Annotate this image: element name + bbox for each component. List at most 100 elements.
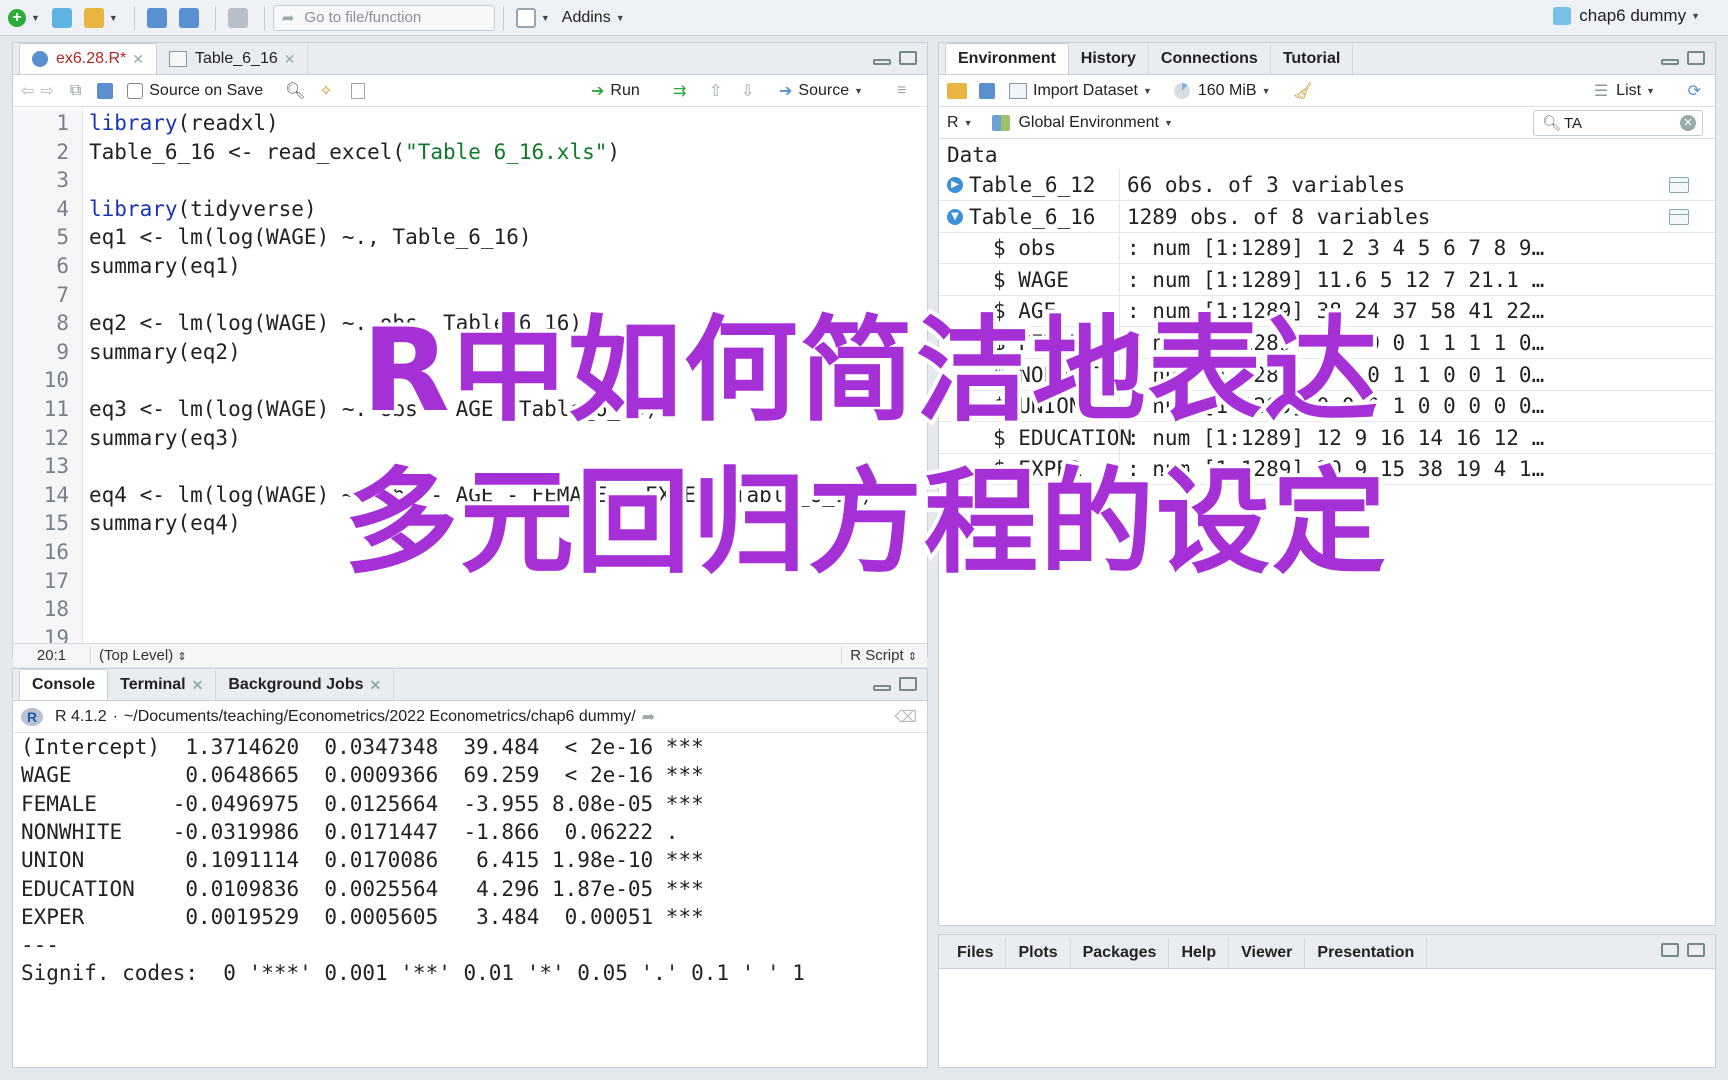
tab-console[interactable]: Console [19,669,109,700]
refresh-icon[interactable]: ⟳ [1688,81,1701,101]
tab-files[interactable]: Files [945,938,1007,968]
tab-history[interactable]: History [1069,44,1149,74]
pane-layout-button[interactable]: ▼ [512,4,554,32]
addins-label: Addins [561,8,611,26]
source-on-save-checkbox[interactable] [127,82,144,99]
load-workspace-icon[interactable] [947,82,967,99]
tab-label: ex6.28.R* [56,50,127,67]
print-button[interactable] [224,4,252,32]
tab-table-6-16[interactable]: Table_6_16 ✕ [157,44,309,74]
up-arrow-icon[interactable]: ⇧ [709,81,722,101]
code-line[interactable]: 6 summary(eq1) [13,252,927,281]
file-type-selector[interactable]: R Script ⇕ [841,647,917,664]
project-menu[interactable]: chap6 dummy ▼ [1553,6,1700,26]
maximize-icon[interactable] [1687,943,1705,957]
code-text: summary(eq4) [89,509,241,538]
clear-search-icon[interactable]: ✕ [1680,115,1696,131]
rerun-icon[interactable]: ⇉ [673,81,686,101]
env-dataset-row[interactable]: ▶ Table_6_12 66 obs. of 3 variables [939,169,1715,201]
chevron-down-icon: ▼ [1142,85,1152,96]
minimize-icon[interactable] [873,59,891,65]
forward-arrow-icon[interactable]: ⇨ [40,81,53,101]
r-version: R 4.1.2 [55,707,107,725]
code-line[interactable]: 4 library(tidyverse) [13,195,927,224]
line-number: 17 [43,568,69,593]
line-number: 16 [43,540,69,564]
open-file-button[interactable]: ▼ [80,4,122,32]
view-table-icon[interactable] [1669,208,1689,225]
env-scope-bar: R ▼ Global Environment ▼ 🔍︎ TA ✕ [939,107,1715,139]
console-output[interactable]: (Intercept) 1.3714620 0.0347348 39.484 <… [13,733,927,1067]
code-line[interactable]: 1 library(readxl) [13,109,927,138]
env-search-input[interactable]: 🔍︎ TA ✕ [1533,110,1703,136]
close-icon[interactable]: ✕ [284,51,296,68]
code-line[interactable]: 18 [13,595,927,624]
save-button[interactable] [143,4,171,32]
working-directory[interactable]: ~/Documents/teaching/Econometrics/2022 E… [124,708,636,726]
tab-background-jobs[interactable]: Background Jobs ✕ [216,670,395,700]
code-line[interactable]: 2 Table_6_16 <- read_excel("Table 6_16.xl… [13,138,927,167]
code-line[interactable]: 3 [13,166,927,195]
tab-tutorial[interactable]: Tutorial [1271,44,1354,74]
env-dataset-row[interactable]: ▼ Table_6_16 1289 obs. of 8 variables [939,200,1715,233]
code-line[interactable]: 19 [13,624,927,643]
tab-ex6-28[interactable]: ex6.28.R* ✕ [19,43,157,74]
close-icon[interactable]: ✕ [370,677,382,694]
tab-help[interactable]: Help [1169,938,1230,968]
outline-icon[interactable]: ≡ [897,82,906,100]
tab-label: Tutorial [1282,50,1341,67]
back-arrow-icon[interactable]: ⇦ [21,81,34,101]
tab-environment[interactable]: Environment [945,43,1069,74]
restore-icon[interactable] [1661,943,1679,957]
scope-selector[interactable]: Global Environment ▼ [992,114,1173,132]
broom-icon[interactable]: 🧹︎ [1292,81,1312,101]
maximize-icon[interactable] [899,677,917,691]
language-selector[interactable]: R ▼ [947,114,972,132]
view-mode-button[interactable]: ☰ List ▼ [1594,81,1655,101]
addins-menu[interactable]: Addins ▼ [558,4,629,32]
tab-viewer[interactable]: Viewer [1229,938,1306,968]
scope-selector[interactable]: (Top Level) ⇕ [99,647,187,664]
import-dataset-button[interactable]: Import Dataset ▼ [1009,82,1152,100]
save-all-button[interactable] [175,4,203,32]
tab-terminal[interactable]: Terminal ✕ [108,670,217,700]
show-in-window-icon[interactable]: ⧉ [70,82,81,100]
tab-connections[interactable]: Connections [1149,44,1271,74]
tab-label: Connections [1160,50,1258,67]
save-workspace-icon[interactable] [979,82,995,99]
editor-statusbar: 20:1 (Top Level) ⇕ R Script ⇕ [13,643,927,667]
collapse-icon[interactable]: ▼ [947,208,963,225]
console-output-line: (Intercept) 1.3714620 0.0347348 39.484 <… [21,735,704,759]
close-icon[interactable]: ✕ [132,51,144,68]
dataset-summary: 66 obs. of 3 variables [1127,173,1406,197]
clear-console-icon[interactable]: ⌫ [894,707,917,727]
run-button[interactable]: ➔ Run [591,81,640,101]
save-icon[interactable] [97,82,114,99]
tab-plots[interactable]: Plots [1006,938,1071,968]
window-controls [873,51,917,65]
chevron-down-icon: ▼ [1164,117,1173,128]
go-to-directory-icon[interactable]: ➦ [642,707,655,727]
source-button[interactable]: ➔ Source ▼ [779,81,863,101]
minimize-icon[interactable] [873,685,891,691]
magic-wand-icon[interactable]: ✧ [319,81,332,101]
maximize-icon[interactable] [899,51,917,65]
maximize-icon[interactable] [1687,51,1705,65]
view-table-icon[interactable] [1669,177,1689,193]
window-controls [873,677,917,691]
minimize-icon[interactable] [1661,59,1679,65]
close-icon[interactable]: ✕ [192,677,204,694]
search-icon[interactable]: 🔍︎ [285,81,305,101]
tab-packages[interactable]: Packages [1071,938,1170,968]
new-project-button[interactable] [48,4,76,32]
goto-file-input[interactable]: ➦ Go to file/function [272,4,495,31]
r-file-icon [32,51,48,67]
down-arrow-icon[interactable]: ⇩ [741,81,754,101]
new-file-button[interactable]: + ▼ [4,4,44,32]
memory-usage-button[interactable]: 160 MiB ▼ [1173,82,1270,100]
code-line[interactable]: 5 eq1 <- lm(log(WAGE) ~., Table_6_16) [13,223,927,252]
compile-report-icon[interactable] [350,82,365,99]
tab-presentation[interactable]: Presentation [1305,938,1428,968]
line-number: 6 [56,254,69,278]
expand-icon[interactable]: ▶ [947,177,963,193]
